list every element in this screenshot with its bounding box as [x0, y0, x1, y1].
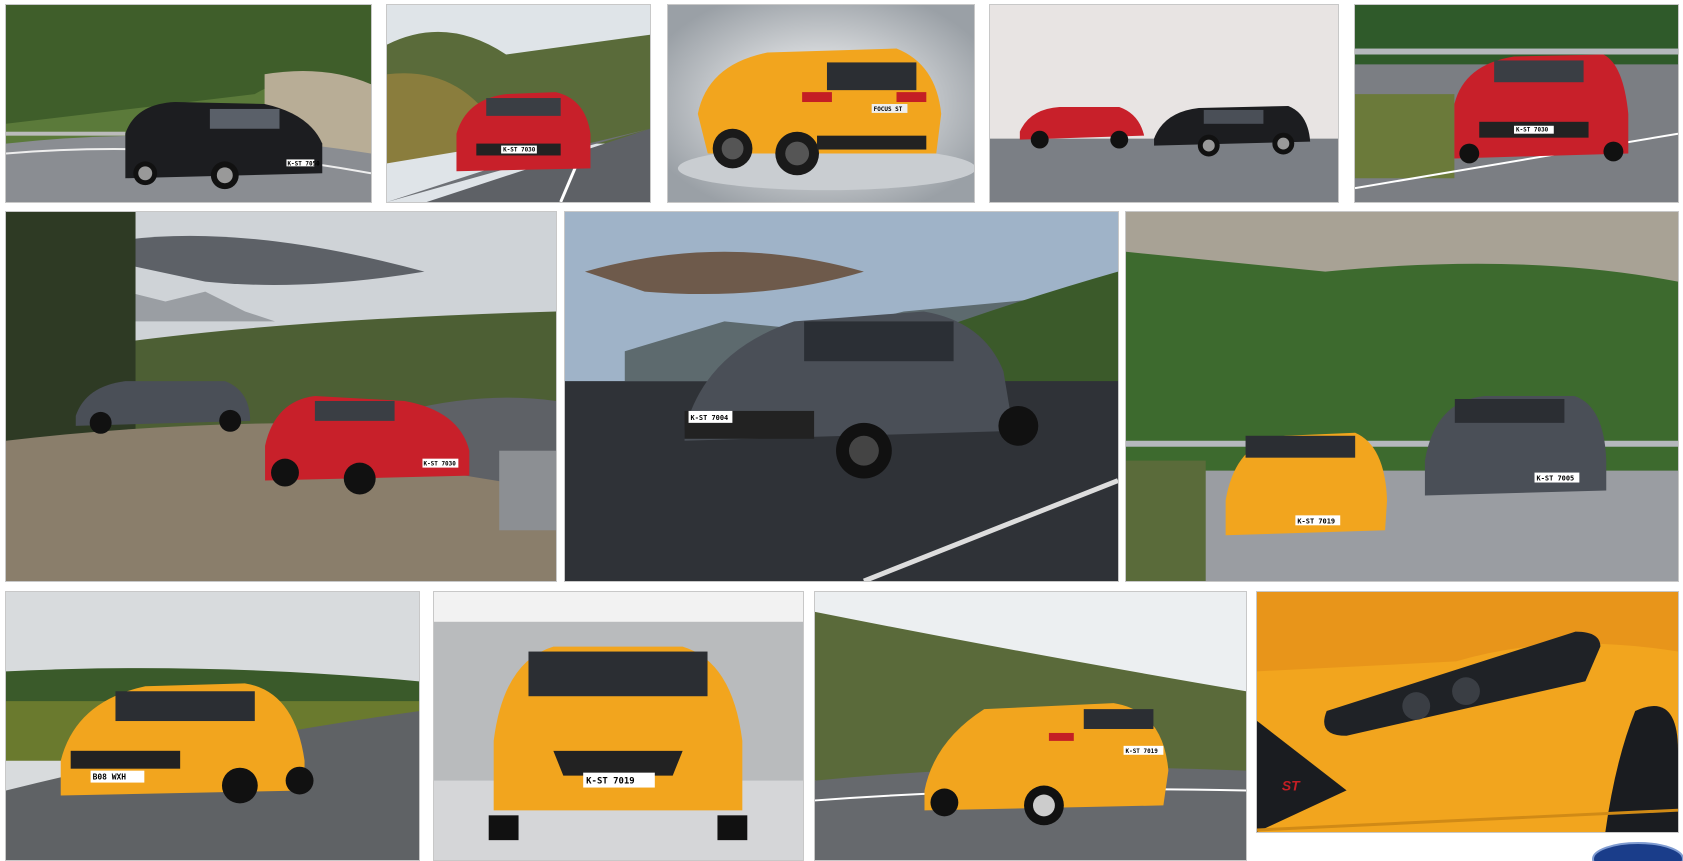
car-photo: K-ST 7030	[1355, 5, 1678, 202]
license-plate: K-ST 7019	[1297, 517, 1335, 525]
car-photo: B08 WXH	[6, 592, 419, 860]
gallery-image-11[interactable]: K-ST 7019	[814, 591, 1247, 861]
license-plate: K-ST 7019	[1126, 748, 1159, 755]
license-plate: K-ST 7050	[287, 160, 320, 167]
car-photo: K-ST 7019	[815, 592, 1246, 860]
car-photo: K-ST 7019 K-ST 7005	[1126, 212, 1678, 581]
gallery-image-9[interactable]: B08 WXH	[5, 591, 420, 861]
gallery-image-6[interactable]: K-ST 7030	[5, 211, 557, 582]
ford-logo-icon	[1583, 839, 1683, 861]
gallery-image-1[interactable]: K-ST 7050	[5, 4, 372, 203]
gallery-image-7[interactable]: K-ST 7004	[564, 211, 1119, 582]
gallery-image-5[interactable]: K-ST 7030	[1354, 4, 1679, 203]
license-plate: B08 WXH	[93, 773, 127, 782]
license-plate: K-ST 7004	[691, 414, 729, 422]
car-photo: ST	[1257, 592, 1678, 832]
car-photo: K-ST 7030	[6, 212, 556, 581]
license-plate: K-ST 7019	[586, 777, 634, 787]
license-plate: K-ST 7030	[503, 147, 536, 154]
car-photo: K-ST 7030	[387, 5, 650, 202]
gallery-image-4[interactable]	[989, 4, 1339, 203]
license-plate: K-ST 7030	[1516, 127, 1549, 134]
car-photo	[990, 5, 1338, 202]
license-plate: K-ST 7030	[423, 461, 456, 468]
gallery-image-10[interactable]: K-ST 7019	[433, 591, 804, 861]
car-photo: K-ST 7050	[6, 5, 371, 202]
car-photo: K-ST 7019	[434, 592, 803, 860]
car-photo: K-ST 7004	[565, 212, 1118, 581]
gallery-image-2[interactable]: K-ST 7030	[386, 4, 651, 203]
gallery-image-8[interactable]: K-ST 7019 K-ST 7005	[1125, 211, 1679, 582]
license-plate: K-ST 7005	[1537, 475, 1575, 483]
gallery-image-3[interactable]: FOCUS ST	[667, 4, 975, 203]
license-plate: FOCUS ST	[874, 106, 903, 113]
car-photo: FOCUS ST	[668, 5, 974, 202]
gallery-image-12[interactable]: ST	[1256, 591, 1679, 833]
st-badge: ST	[1282, 777, 1301, 793]
